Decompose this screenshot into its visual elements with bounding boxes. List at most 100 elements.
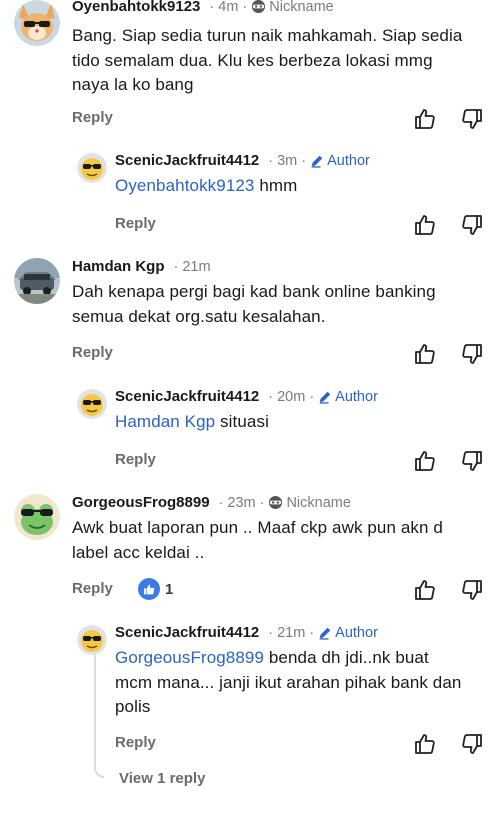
- comment-thread: Oyenbahtokk9123 · 4m · Nickname Bang. Si…: [0, 0, 500, 813]
- thumbs-down-icon[interactable]: [460, 107, 484, 131]
- reply-button[interactable]: Reply: [72, 344, 113, 361]
- reply-button[interactable]: Reply: [115, 215, 156, 232]
- body-text: benda dh jdi..nk buat: [264, 648, 429, 667]
- user-mention-link[interactable]: Hamdan Kgp: [115, 412, 215, 431]
- author-badge: Author: [318, 625, 378, 641]
- separator-dot: ·: [309, 624, 315, 641]
- nickname-badge: Nickname: [268, 494, 351, 511]
- frog-avatar-icon[interactable]: [14, 494, 60, 540]
- username[interactable]: ScenicJackfruit4412: [115, 624, 259, 641]
- comment-body: Hamdan Kgp situasi: [115, 410, 269, 435]
- comment-meta: · 4m · Nickname: [205, 0, 334, 15]
- username[interactable]: ScenicJackfruit4412: [115, 152, 259, 169]
- comment-header: ScenicJackfruit4412 · 20m · Author: [115, 388, 378, 405]
- user-mention-link[interactable]: GorgeousFrog8899: [115, 648, 264, 667]
- comment-header: ScenicJackfruit4412 · 21m · Author: [115, 624, 378, 641]
- comment-meta: · 20m · Author: [264, 389, 378, 405]
- timestamp: 23m: [227, 494, 256, 511]
- username[interactable]: GorgeousFrog8899: [72, 494, 210, 511]
- pencil-icon: [311, 155, 323, 168]
- reply-button[interactable]: Reply: [72, 109, 113, 126]
- eye-mask-icon: [269, 495, 283, 510]
- badge-label: Nickname: [269, 0, 334, 15]
- thumbs-down-icon[interactable]: [460, 449, 484, 473]
- separator-dot: ·: [268, 388, 274, 405]
- pencil-icon: [319, 391, 331, 404]
- comment-body: GorgeousFrog8899 benda dh jdi..nk buat m…: [115, 646, 461, 720]
- pencil-icon: [319, 627, 331, 640]
- comment-header: Hamdan Kgp · 21m: [72, 258, 211, 275]
- comment-actions: Reply 1: [0, 578, 500, 602]
- comment-meta: · 21m: [170, 259, 211, 275]
- separator-dot: ·: [309, 388, 315, 405]
- comment-meta: · 21m · Author: [264, 625, 378, 641]
- username[interactable]: ScenicJackfruit4412: [115, 388, 259, 405]
- comment-header: Oyenbahtokk9123 · 4m · Nickname: [72, 0, 334, 15]
- body-line: Oyenbahtokk9123 hmm: [115, 174, 297, 199]
- cat-avatar-icon[interactable]: [14, 0, 60, 46]
- eye-mask-icon: [252, 0, 266, 14]
- timestamp: 4m: [218, 0, 239, 15]
- body-line: tido semalam dua. Klu kes berbeza lokasi…: [72, 50, 433, 70]
- comment-meta: · 23m · Nickname: [215, 495, 351, 511]
- thumbs-down-icon[interactable]: [460, 342, 484, 366]
- reply-button[interactable]: Reply: [72, 580, 113, 597]
- sunglasses-emoji-avatar-icon[interactable]: [77, 153, 107, 183]
- timestamp: 21m: [182, 258, 211, 275]
- author-badge: Author: [310, 153, 370, 169]
- comment-meta: · 3m · Author: [264, 153, 370, 169]
- thumbs-up-icon[interactable]: [413, 449, 437, 473]
- separator-dot: ·: [268, 624, 274, 641]
- reply-button[interactable]: Reply: [115, 451, 156, 468]
- body-text: hmm: [254, 176, 298, 195]
- comment-actions: Reply: [0, 107, 500, 131]
- thumbs-up-icon[interactable]: [413, 732, 437, 756]
- separator-dot: ·: [173, 258, 179, 275]
- like-reaction-icon: [138, 578, 160, 600]
- body-line: GorgeousFrog8899 benda dh jdi..nk buat: [115, 646, 461, 671]
- view-replies-link[interactable]: View 1 reply: [119, 770, 205, 787]
- body-line: Bang. Siap sedia turun naik mahkamah. Si…: [72, 26, 463, 45]
- thumbs-down-icon[interactable]: [460, 732, 484, 756]
- comment-header: ScenicJackfruit4412 · 3m · Author: [115, 152, 370, 169]
- separator-dot: ·: [242, 0, 248, 15]
- comment-actions: Reply: [0, 342, 500, 366]
- thumbs-up-icon[interactable]: [413, 342, 437, 366]
- user-mention-link[interactable]: Oyenbahtokk9123: [115, 176, 255, 195]
- badge-label: Author: [335, 388, 378, 405]
- separator-dot: ·: [259, 494, 265, 511]
- badge-label: Author: [335, 624, 378, 641]
- thumbs-down-icon[interactable]: [460, 213, 484, 237]
- comment-actions: Reply: [0, 213, 500, 237]
- sunglasses-emoji-avatar-icon[interactable]: [77, 625, 107, 655]
- body-line: Hamdan Kgp situasi: [115, 410, 269, 435]
- body-text: situasi: [215, 412, 269, 431]
- comment-body: Oyenbahtokk9123 hmm: [115, 174, 297, 199]
- body-line: Awk buat laporan pun .. Maaf ckp awk pun…: [72, 518, 443, 537]
- badge-label: Author: [327, 152, 370, 169]
- thumbs-down-icon[interactable]: [460, 578, 484, 602]
- car-photo-avatar-icon[interactable]: [14, 258, 60, 304]
- sunglasses-emoji-avatar-icon[interactable]: [77, 389, 107, 419]
- separator-dot: ·: [218, 494, 224, 511]
- reply-button[interactable]: Reply: [115, 734, 156, 751]
- comment-body: Awk buat laporan pun .. Maaf ckp awk pun…: [72, 516, 443, 565]
- reaction-count[interactable]: 1: [138, 578, 173, 600]
- thumbs-up-icon[interactable]: [413, 213, 437, 237]
- body-line: naya la ko bang: [72, 75, 194, 94]
- username[interactable]: Hamdan Kgp: [72, 258, 165, 275]
- username[interactable]: Oyenbahtokk9123: [72, 0, 200, 15]
- body-line: semua dekat org.satu kesalahan.: [72, 306, 326, 326]
- thumbs-up-icon[interactable]: [413, 107, 437, 131]
- body-line: polis: [115, 697, 151, 716]
- author-badge: Author: [318, 389, 378, 405]
- badge-label: Nickname: [286, 494, 351, 511]
- comment-actions: Reply: [0, 732, 500, 756]
- body-line: label acc keldai ..: [72, 542, 205, 562]
- body-line: Dah kenapa pergi bagi kad bank online ba…: [72, 282, 436, 301]
- thumbs-up-icon[interactable]: [413, 578, 437, 602]
- timestamp: 3m: [277, 152, 298, 169]
- comment-actions: Reply: [0, 449, 500, 473]
- comment-body: Dah kenapa pergi bagi kad bank online ba…: [72, 280, 436, 329]
- separator-dot: ·: [209, 0, 215, 15]
